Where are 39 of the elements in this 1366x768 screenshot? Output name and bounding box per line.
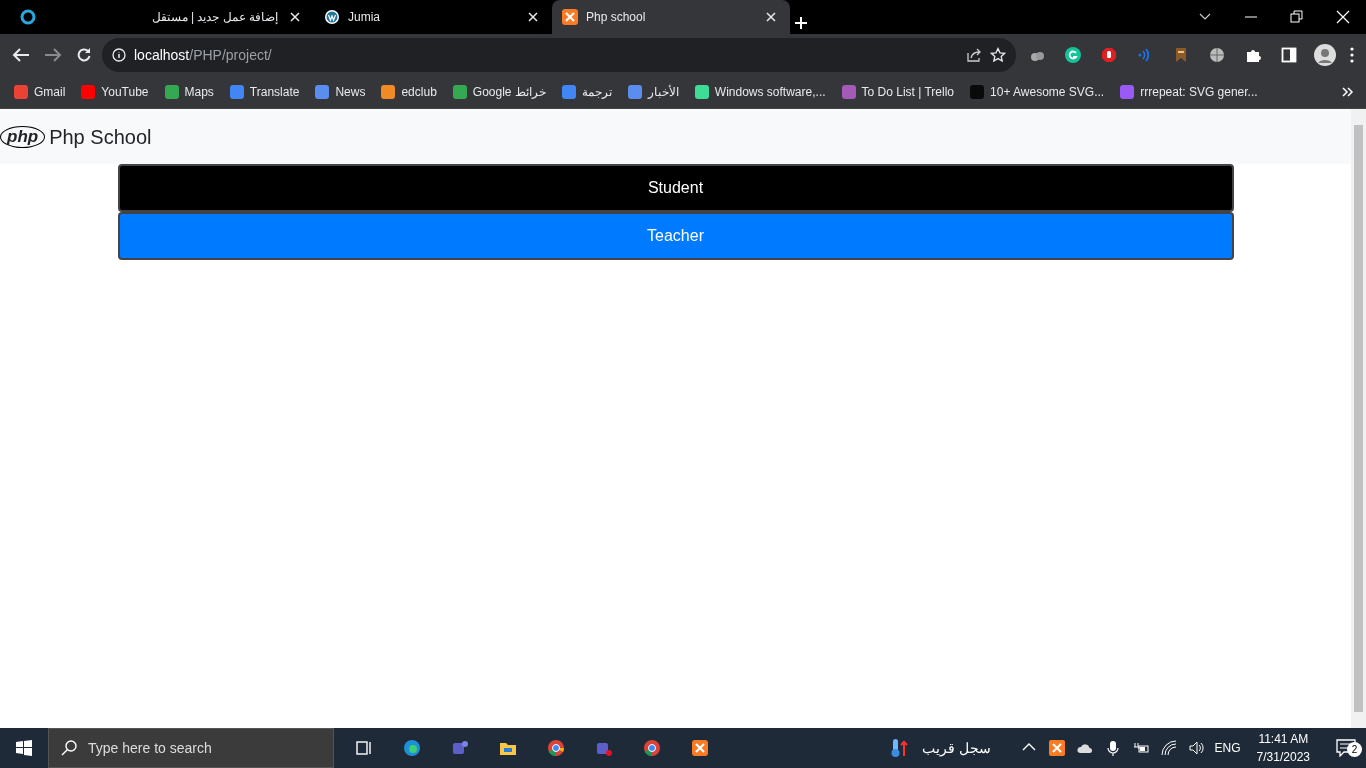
url-text: localhost/PHP/project/	[134, 45, 272, 65]
notifications-button[interactable]: 2	[1326, 735, 1366, 761]
wifi-icon[interactable]	[1158, 738, 1179, 758]
bookmark-link[interactable]: 10+ Awesome SVG...	[964, 81, 1111, 103]
bookmark-link[interactable]: rrrepeat: SVG gener...	[1114, 81, 1264, 103]
bookmark-link[interactable]: Windows software,...	[688, 81, 832, 103]
search-field[interactable]: Type here to search	[48, 728, 334, 768]
browser-tab[interactable]: Jumia	[314, 0, 552, 34]
bookmark-link[interactable]: Gmail	[8, 81, 72, 103]
role-button[interactable]: Teacher	[117, 212, 1234, 260]
browser-tab[interactable]: إضافة عمل جديد | مستقل	[76, 0, 314, 34]
ring-icon	[20, 9, 36, 25]
scrollbar[interactable]	[1351, 109, 1366, 728]
bookmark-link[interactable]: Maps	[158, 81, 220, 103]
language-indicator[interactable]: ENG	[1214, 739, 1241, 757]
bookmark-link[interactable]: Translate	[223, 81, 306, 103]
search-icon	[61, 740, 77, 756]
role-button[interactable]: Student	[117, 164, 1234, 212]
bookmark-link[interactable]: edclub	[375, 81, 443, 103]
clock-date[interactable]: 7/31/2023	[1256, 748, 1310, 766]
bookmark-link[interactable]: Google خرائط	[446, 81, 552, 103]
notification-icon	[1336, 739, 1356, 757]
bookmark-link[interactable]: ترجمة	[555, 81, 618, 103]
info-icon	[112, 48, 126, 62]
star-icon[interactable]	[990, 47, 1006, 63]
wordpress-icon	[324, 9, 340, 25]
browser-tab[interactable]: Php school	[552, 0, 790, 34]
bookmark-link[interactable]: YouTube	[75, 81, 155, 103]
weather-text: سجل قريب	[921, 738, 991, 759]
bookmark-link[interactable]: To Do List | Trello	[835, 81, 961, 103]
clock-time[interactable]: 11:41 AM	[1258, 730, 1309, 748]
brand-title: Php School	[49, 124, 152, 150]
bookmark-link[interactable]: الأخبار	[621, 81, 685, 103]
xampp-icon	[562, 9, 578, 25]
thermometer-icon	[889, 738, 908, 758]
address-bar[interactable]: localhost/PHP/project/	[102, 38, 1016, 72]
xampp-icon[interactable]	[1046, 738, 1067, 758]
bookmark-link[interactable]: News	[309, 81, 372, 103]
share-icon[interactable]	[966, 47, 982, 63]
